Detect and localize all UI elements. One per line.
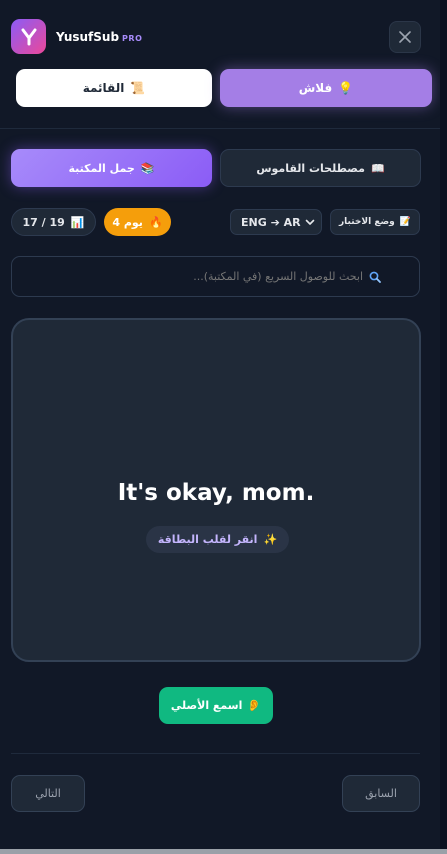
brand-name: YusufSub [56, 30, 120, 44]
bar-chart-icon: 📊 [70, 215, 85, 229]
search-input[interactable] [143, 270, 363, 283]
books-icon: 📚 [140, 161, 155, 175]
streak-badge: يوم 4 🔥 [104, 208, 171, 236]
next-button[interactable]: التالي [11, 775, 85, 812]
flip-hint: انقر لقلب البطاقة ✨ [146, 526, 289, 553]
progress-counter: 17 / 19 📊 [11, 208, 96, 236]
lightbulb-icon: 💡 [338, 81, 354, 95]
window-edge [440, 0, 447, 854]
tab-dictionary-terms[interactable]: مصطلحات القاموس 📖 [220, 149, 421, 187]
language-select[interactable]: ENG ➔ AR [230, 209, 322, 235]
close-icon [399, 31, 411, 43]
scroll-icon: 📜 [130, 81, 146, 95]
flip-hint-text: انقر لقلب البطاقة [157, 533, 258, 546]
language-value: ENG ➔ AR [241, 215, 301, 229]
close-button[interactable] [389, 21, 421, 53]
sparkles-icon: ✨ [263, 533, 278, 546]
flash-mode-label: فلاش [298, 81, 333, 95]
chevron-down-icon [305, 219, 315, 225]
card-text: It's okay, mom. [117, 480, 315, 506]
search-box[interactable] [11, 256, 420, 297]
listen-label: اسمع الأصلي [170, 699, 243, 712]
quiz-mode-button[interactable]: وضع الاختبار 📝 [330, 209, 420, 235]
extension-panel: YusufSub PRO القائمة 📜 فلاش 💡 جمل المكتبة… [0, 0, 447, 854]
y-logo-icon [11, 19, 46, 54]
pro-badge: PRO [122, 34, 143, 43]
counter-text: 17 / 19 [22, 215, 65, 229]
list-mode-label: القائمة [82, 81, 125, 95]
tab-list-mode[interactable]: القائمة 📜 [16, 69, 212, 107]
previous-button[interactable]: السابق [342, 775, 420, 812]
fire-icon: 🔥 [148, 215, 163, 229]
ear-icon: 👂 [247, 699, 262, 712]
window-bottom-edge [0, 849, 447, 854]
brand-title: YusufSub PRO [56, 30, 142, 44]
header-divider [0, 128, 440, 129]
flashcard[interactable]: It's okay, mom. انقر لقلب البطاقة ✨ [11, 318, 421, 662]
listen-original-button[interactable]: اسمع الأصلي 👂 [159, 687, 273, 724]
open-book-icon: 📖 [370, 161, 385, 175]
tab-flash-mode[interactable]: فلاش 💡 [220, 69, 432, 107]
quiz-label: وضع الاختبار [339, 217, 395, 227]
library-label: جمل المكتبة [68, 161, 135, 175]
footer-divider [11, 753, 420, 754]
memo-icon: 📝 [399, 217, 411, 227]
tab-library-sentences[interactable]: جمل المكتبة 📚 [11, 149, 212, 187]
dictionary-label: مصطلحات القاموس [256, 161, 365, 175]
streak-text: يوم 4 [112, 215, 143, 229]
search-icon [369, 271, 381, 283]
